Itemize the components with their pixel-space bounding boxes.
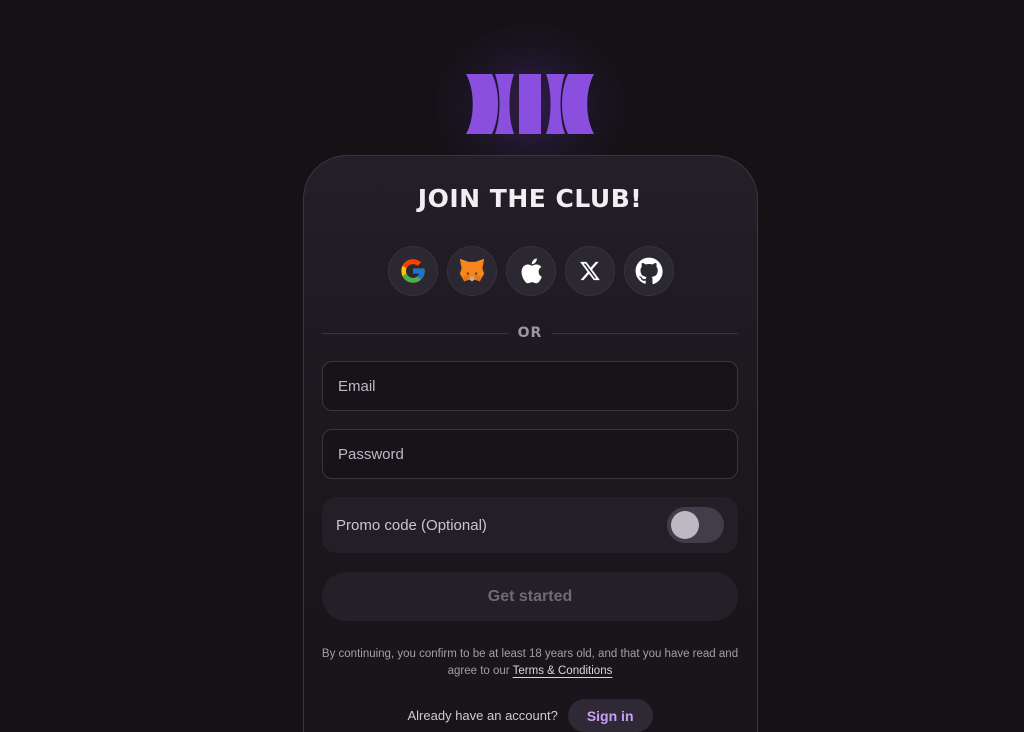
apple-icon [521,258,542,284]
divider-line-right [552,332,738,334]
divider-label: OR [517,325,543,341]
apple-login-button[interactable] [506,246,556,296]
promo-code-toggle[interactable] [667,507,724,543]
brand-logo [466,74,594,134]
github-login-button[interactable] [624,246,674,296]
toggle-knob [671,511,699,539]
google-icon [401,259,425,283]
divider-line-left [322,332,508,334]
promo-code-label: Promo code (Optional) [336,516,487,534]
metamask-login-button[interactable] [447,246,497,296]
page-title: JOIN THE CLUB! [417,184,643,213]
metamask-fox-icon [459,258,485,282]
signin-prompt: Already have an account? [407,708,558,723]
password-input[interactable] [322,429,738,479]
page: JOIN THE CLUB! OR Email Promo code (Opti… [0,0,1024,732]
email-input[interactable] [322,361,738,411]
google-login-button[interactable] [388,246,438,296]
x-icon [580,261,600,281]
social-login-row [388,246,674,296]
github-icon [635,257,663,285]
legal-notice: By continuing, you confirm to be at leas… [312,646,748,680]
get-started-button[interactable]: Get started [322,572,738,621]
signin-row: Already have an account? Sign in [0,699,1024,732]
promo-code-row: Promo code (Optional) [322,497,738,553]
terms-link[interactable]: Terms & Conditions [513,665,613,677]
sign-in-button[interactable]: Sign in [567,699,653,732]
or-divider: OR [322,324,738,342]
x-login-button[interactable] [565,246,615,296]
